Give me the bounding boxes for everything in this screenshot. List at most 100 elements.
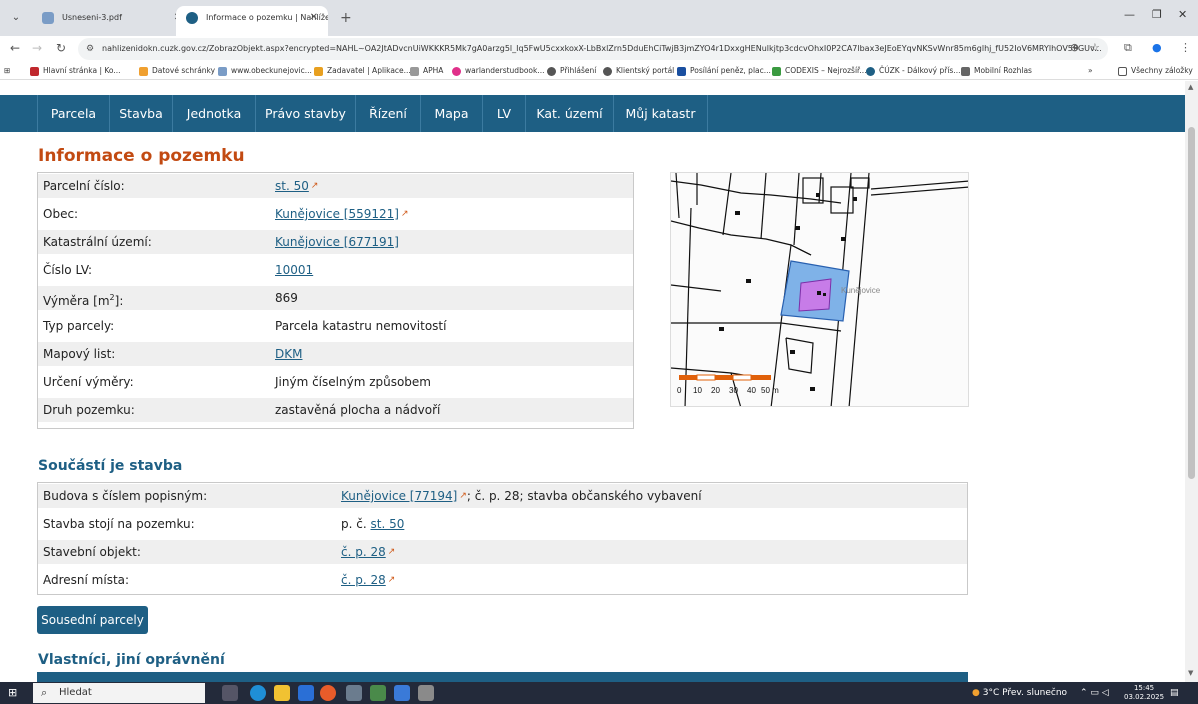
back-icon[interactable]: ← xyxy=(10,41,20,55)
nav-mapa[interactable]: Mapa xyxy=(421,95,483,132)
weather-widget[interactable]: ● 3°C Přev. slunečno xyxy=(972,682,1067,704)
owners-section-title: Vlastníci, jiní oprávnění xyxy=(38,652,225,668)
app-icon[interactable] xyxy=(418,685,434,701)
taskbar-search-input[interactable]: ⌕ Hledat xyxy=(33,683,205,703)
nav-rizeni[interactable]: Řízení xyxy=(356,95,421,132)
close-tab-icon[interactable]: ✕ xyxy=(310,6,318,30)
table-row: Určení výměry: Jiným číselným způsobem xyxy=(38,370,633,394)
map-watermark: Kunějovice xyxy=(841,286,881,295)
scale-label: 30 xyxy=(729,386,738,395)
neighbor-parcels-button[interactable]: Sousední parcely xyxy=(37,606,148,634)
obec-link[interactable]: Kunějovice [559121] xyxy=(275,207,399,221)
bookmark-item[interactable]: www.obeckunejovic... xyxy=(218,64,312,78)
app-icon[interactable] xyxy=(370,685,386,701)
nav-stavba[interactable]: Stavba xyxy=(110,95,173,132)
bookmark-item[interactable]: CODEXIS – Nejrozšíř... xyxy=(772,64,867,78)
tab-usneseni[interactable]: Usneseni-3.pdf ✕ xyxy=(32,6,192,36)
forward-icon[interactable]: → xyxy=(32,41,42,55)
apps-icon[interactable]: ⊞ xyxy=(4,64,10,78)
external-link-icon[interactable]: ↗ xyxy=(388,540,396,564)
external-link-icon[interactable]: ↗ xyxy=(401,202,409,226)
address-bar[interactable]: ⚙ nahlizenidokn.cuzk.gov.cz/ZobrazObjekt… xyxy=(78,38,1108,60)
bookmark-item[interactable]: warlanderstudbook... xyxy=(452,64,545,78)
new-tab-icon[interactable]: + xyxy=(340,10,352,26)
parcel-info-table: Parcelní číslo: st. 50 ↗ Obec: Kunějovice… xyxy=(37,172,634,429)
profile-icon[interactable]: ● xyxy=(1152,41,1162,54)
file-explorer-icon[interactable] xyxy=(274,685,290,701)
budova-detail: ; č. p. 28; stavba občanského vybavení xyxy=(466,489,702,503)
bookmark-item[interactable]: Posílání peněz, plac... xyxy=(677,64,771,78)
scroll-thumb[interactable] xyxy=(1188,127,1195,479)
nav-parcela[interactable]: Parcela xyxy=(38,95,110,132)
nav-kat-uzemi[interactable]: Kat. území xyxy=(526,95,614,132)
external-link-icon[interactable]: ↗ xyxy=(311,174,319,198)
all-bookmarks-folder[interactable]: Všechny záložky xyxy=(1118,64,1193,78)
scale-label: 10 xyxy=(693,386,702,395)
extensions-icon[interactable]: ⧉ xyxy=(1124,41,1132,55)
mapovy-list-link[interactable]: DKM xyxy=(275,347,302,361)
bookmark-item[interactable]: Přihlášení xyxy=(547,64,596,78)
internet-explorer-icon[interactable] xyxy=(298,685,314,701)
bookmark-item[interactable]: ČÚZK - Dálkový přís... xyxy=(866,64,961,78)
notifications-icon[interactable]: ▤ xyxy=(1170,682,1179,704)
taskbar-clock[interactable]: 15:45 03.02.2025 xyxy=(1124,684,1164,702)
external-link-icon[interactable]: ↗ xyxy=(459,484,467,508)
minimize-icon[interactable]: — xyxy=(1124,8,1135,21)
katastralni-uzemi-link[interactable]: Kunějovice [677191] xyxy=(275,235,399,249)
budova-link[interactable]: Kunějovice [77194] xyxy=(341,489,457,503)
page-scrollbar[interactable]: ▲ ▼ xyxy=(1185,81,1198,682)
cislo-lv-link[interactable]: 10001 xyxy=(275,263,313,277)
bookmark-item[interactable]: Klientský portál xyxy=(603,64,674,78)
zoom-icon[interactable]: ⊕ xyxy=(1070,41,1079,54)
nav-muj-katastr[interactable]: Můj katastr xyxy=(614,95,708,132)
restore-icon[interactable]: ❐ xyxy=(1152,8,1162,21)
search-placeholder: Hledat xyxy=(59,687,92,698)
scroll-up-icon[interactable]: ▲ xyxy=(1188,83,1193,91)
close-window-icon[interactable]: ✕ xyxy=(1178,8,1187,21)
app-icon[interactable] xyxy=(346,685,362,701)
row-label: Parcelní číslo: xyxy=(43,179,125,193)
pdf-favicon-icon xyxy=(42,12,54,24)
cuzk-favicon-icon xyxy=(186,12,198,24)
stavebni-objekt-link[interactable]: č. p. 28 xyxy=(341,545,386,559)
table-row: Druh pozemku: zastavěná plocha a nádvoří xyxy=(38,398,633,422)
table-row: Stavba stojí na pozemku: p. č. st. 50 xyxy=(38,512,967,536)
site-info-icon[interactable]: ⚙ xyxy=(86,38,94,60)
row-label: Číslo LV: xyxy=(43,263,93,277)
druh-pozemku-value: zastavěná plocha a nádvoří xyxy=(275,403,441,417)
parcel-number-link[interactable]: st. 50 xyxy=(275,179,309,193)
bookmark-item[interactable]: Mobilní Rozhlas xyxy=(961,64,1032,78)
task-view-icon[interactable] xyxy=(222,685,238,701)
tab-title: Usneseni-3.pdf xyxy=(62,13,122,22)
edge-icon[interactable] xyxy=(250,685,266,701)
table-row: Číslo LV: 10001 xyxy=(38,258,633,282)
table-row: Katastrální území: Kunějovice [677191] xyxy=(38,230,633,254)
nav-pravo-stavby[interactable]: Právo stavby xyxy=(256,95,356,132)
nav-lv[interactable]: LV xyxy=(483,95,526,132)
stavba-pozemek-link[interactable]: st. 50 xyxy=(370,517,404,531)
reload-icon[interactable]: ↻ xyxy=(56,41,66,55)
app-icon[interactable] xyxy=(394,685,410,701)
external-link-icon[interactable]: ↗ xyxy=(388,568,396,592)
bookmark-item[interactable]: Hlavní stránka | Ko... xyxy=(30,64,121,78)
map-drawing: Kunějovice 0 10 20 30 40 50 m xyxy=(671,173,968,406)
bookmark-star-icon[interactable]: ☆ xyxy=(1090,41,1100,54)
scroll-down-icon[interactable]: ▼ xyxy=(1188,669,1193,677)
chrome-icon[interactable] xyxy=(320,685,336,701)
bookmark-item[interactable]: Zadavatel | Aplikace... xyxy=(314,64,411,78)
more-bookmarks-button[interactable]: » xyxy=(1088,64,1093,78)
tab-nahlizeni[interactable]: Informace o pozemku | Nahlíže ✕ xyxy=(176,6,328,36)
nav-jednotka[interactable]: Jednotka xyxy=(173,95,256,132)
scale-label: 50 m xyxy=(761,386,779,395)
cadastral-map[interactable]: Kunějovice 0 10 20 30 40 50 m xyxy=(670,172,969,407)
adresni-mista-link[interactable]: č. p. 28 xyxy=(341,573,386,587)
windows-start-icon[interactable]: ⊞ xyxy=(8,687,20,699)
menu-icon[interactable]: ⋮ xyxy=(1180,41,1191,54)
url-text: nahlizenidokn.cuzk.gov.cz/ZobrazObjekt.a… xyxy=(102,44,1102,53)
bookmark-item[interactable]: Datové schránky xyxy=(139,64,215,78)
tab-search-icon[interactable]: ⌄ xyxy=(8,10,24,26)
bookmark-item[interactable]: APHA xyxy=(410,64,443,78)
system-tray-icons[interactable]: ⌃ ▭ ◁ xyxy=(1080,682,1109,704)
main-navigation: Parcela Stavba Jednotka Právo stavby Říz… xyxy=(0,95,1185,132)
scale-label: 0 xyxy=(677,386,682,395)
